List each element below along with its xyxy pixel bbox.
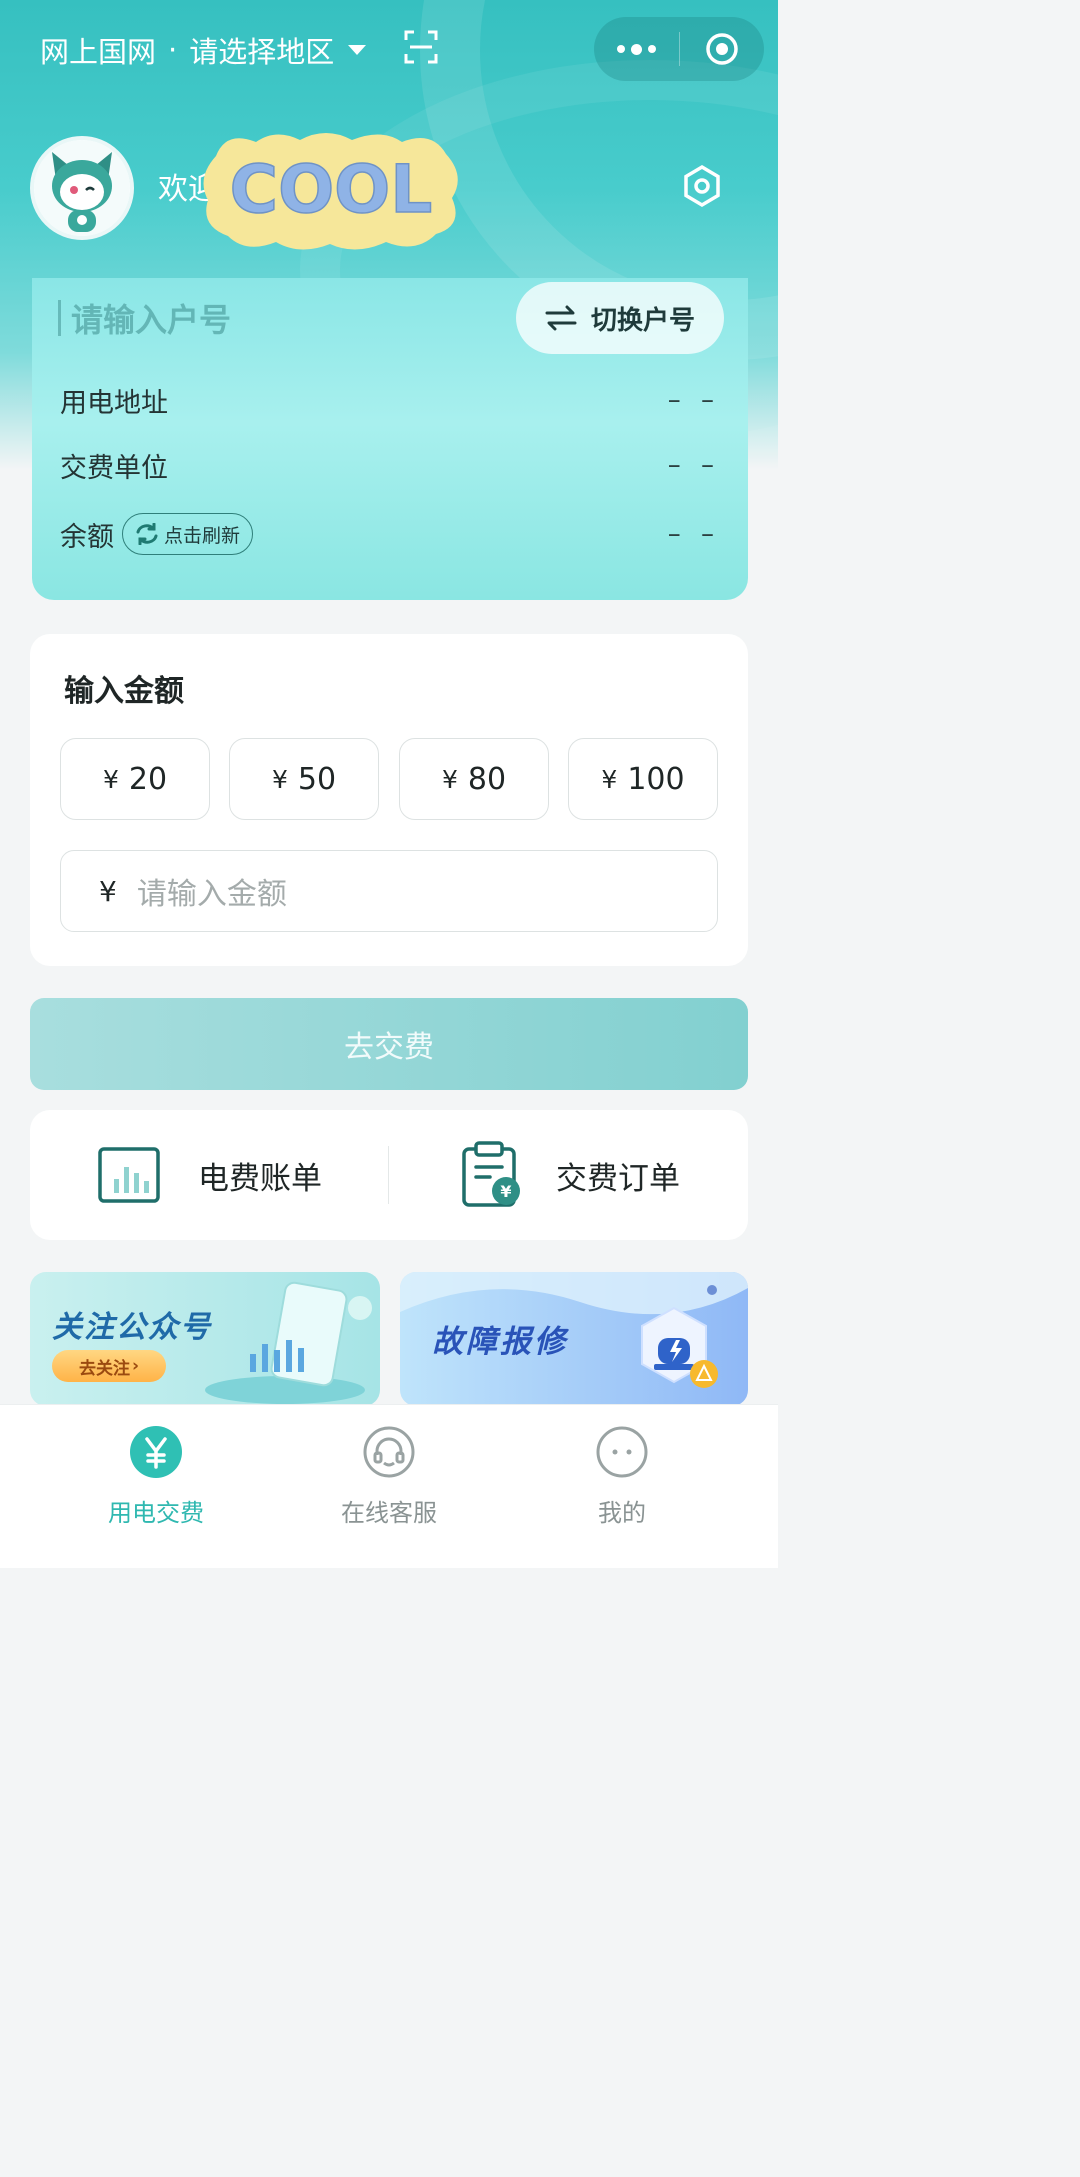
- orders-link-label: 交费订单: [556, 1160, 680, 1197]
- avatar[interactable]: [30, 136, 134, 240]
- billing-unit-row: 交费单位 – –: [60, 445, 720, 485]
- tab-pay-electricity[interactable]: 用电交费: [56, 1425, 256, 1528]
- amount-chip-value: 100: [627, 761, 685, 797]
- sticker-text: COOL: [230, 151, 433, 228]
- bill-link-label: 电费账单: [198, 1160, 322, 1197]
- amount-card: 输入金额 ¥ 20 ¥ 50 ¥ 80 ¥ 100 ¥ 请输入金额: [30, 634, 748, 966]
- bill-link[interactable]: 电费账单: [98, 1110, 322, 1240]
- tab-label: 用电交费: [108, 1499, 204, 1527]
- refresh-icon: [136, 523, 158, 545]
- currency-symbol: ¥: [99, 874, 117, 908]
- region-separator: ·: [168, 33, 178, 67]
- mini-program-capsule: [594, 17, 764, 81]
- cool-sticker: COOL: [203, 133, 458, 250]
- amount-chip-100[interactable]: ¥ 100: [568, 738, 718, 820]
- cursor: [58, 300, 61, 336]
- address-label: 用电地址: [60, 387, 168, 419]
- clipboard-yuan-icon: ¥: [462, 1141, 520, 1207]
- swap-icon: [545, 305, 577, 331]
- address-row: 用电地址 – –: [60, 380, 720, 420]
- account-card: 请输入户号 切换户号 用电地址 – – 交费单位 – – 余额 点击刷新 – –: [32, 278, 748, 600]
- amount-title: 输入金额: [64, 674, 184, 709]
- billing-unit-value: – –: [667, 450, 720, 480]
- pay-button[interactable]: 去交费: [30, 998, 748, 1090]
- currency-symbol: ¥: [601, 764, 618, 794]
- amount-chip-value: 80: [467, 761, 507, 797]
- orders-link[interactable]: ¥ 交费订单: [460, 1110, 680, 1240]
- follow-button[interactable]: 去关注 ›: [52, 1350, 166, 1382]
- scan-icon[interactable]: [404, 30, 438, 64]
- follow-banner-title: 关注公众号: [52, 1310, 212, 1345]
- account-input[interactable]: 请输入户号: [58, 298, 232, 339]
- balance-label: 余额: [60, 521, 114, 553]
- quick-links: 电费账单 ¥ 交费订单: [30, 1110, 748, 1240]
- bar-chart-icon: [98, 1147, 160, 1203]
- currency-symbol: ¥: [102, 764, 119, 794]
- headset-icon: [363, 1426, 415, 1478]
- quick-links-divider: [388, 1146, 389, 1204]
- balance-row: 余额 点击刷新 – –: [60, 513, 720, 555]
- region-prefix: 网上国网: [40, 35, 157, 69]
- balance-value: – –: [667, 519, 720, 549]
- amount-chip-80[interactable]: ¥ 80: [399, 738, 549, 820]
- follow-account-banner[interactable]: 关注公众号 去关注 ›: [30, 1272, 380, 1406]
- settings-hex-icon[interactable]: [680, 164, 724, 208]
- amount-chip-50[interactable]: ¥ 50: [229, 738, 379, 820]
- refresh-button[interactable]: 点击刷新: [122, 513, 254, 555]
- custom-amount-input[interactable]: ¥ 请输入金额: [60, 850, 718, 932]
- tab-customer-service[interactable]: 在线客服: [289, 1425, 489, 1528]
- switch-account-label: 切换户号: [590, 305, 695, 336]
- tab-label: 在线客服: [341, 1499, 437, 1527]
- svg-text:¥: ¥: [500, 1182, 511, 1201]
- tab-label: 我的: [598, 1499, 646, 1527]
- bottom-tab-bar: 用电交费 在线客服 我的: [0, 1404, 778, 1568]
- top-bar: 网上国网 · 请选择地区: [0, 0, 778, 100]
- follow-button-label: 去关注: [78, 1358, 130, 1379]
- amount-chip-value: 50: [297, 761, 337, 797]
- caret-down-icon: [348, 45, 367, 55]
- repair-banner-title: 故障报修: [432, 1324, 568, 1360]
- currency-symbol: ¥: [441, 764, 458, 794]
- region-label: 请选择地区: [189, 35, 335, 69]
- address-value: – –: [667, 385, 720, 415]
- amount-placeholder: 请输入金额: [136, 877, 287, 912]
- close-target-icon[interactable]: [680, 31, 765, 67]
- repair-banner[interactable]: 故障报修: [400, 1272, 748, 1406]
- billing-unit-label: 交费单位: [60, 452, 168, 484]
- yuan-icon: [130, 1426, 182, 1478]
- amount-chip-value: 20: [128, 761, 168, 797]
- more-icon[interactable]: [594, 43, 679, 55]
- account-placeholder: 请输入户号: [71, 301, 232, 339]
- currency-symbol: ¥: [271, 764, 288, 794]
- smile-icon: [596, 1426, 648, 1478]
- region-selector[interactable]: 网上国网 · 请选择地区: [40, 30, 367, 70]
- refresh-label: 点击刷新: [164, 524, 241, 547]
- amount-chip-20[interactable]: ¥ 20: [60, 738, 210, 820]
- switch-account-button[interactable]: 切换户号: [516, 282, 724, 354]
- chevron-right-icon: ›: [131, 1356, 139, 1376]
- tab-mine[interactable]: 我的: [522, 1425, 722, 1528]
